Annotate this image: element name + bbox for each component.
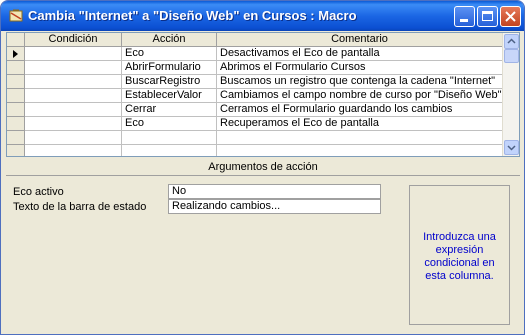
table-row[interactable]: Eco Desactivamos el Eco de pantalla	[7, 47, 503, 61]
cell-comentario[interactable]: Cambiamos el campo nombre de curso por "…	[217, 89, 503, 103]
grid-header: Condición Acción Comentario	[7, 33, 503, 47]
cell-accion[interactable]: Cerrar	[122, 103, 217, 117]
vertical-scrollbar[interactable]	[502, 33, 519, 156]
row-selector[interactable]	[7, 131, 25, 145]
cell-accion[interactable]	[122, 145, 217, 156]
chevron-up-icon	[507, 38, 516, 44]
table-row[interactable]: BuscarRegistro Buscamos un registro que c…	[7, 75, 503, 89]
row-selector[interactable]	[7, 103, 25, 117]
table-row[interactable]: EstablecerValor Cambiamos el campo nombre…	[7, 89, 503, 103]
scroll-thumb[interactable]	[504, 49, 519, 63]
arguments-section-title: Argumentos de acción	[6, 158, 520, 176]
maximize-button[interactable]	[477, 6, 498, 27]
help-text: Introduzca una expresión condicional en …	[423, 231, 496, 282]
macro-window: Cambia "Internet" a "Diseño Web" en Curs…	[0, 0, 525, 335]
cell-accion[interactable]	[122, 131, 217, 145]
row-selector[interactable]	[7, 47, 25, 61]
current-row-arrow-icon	[13, 50, 18, 58]
scroll-down-button[interactable]	[504, 140, 519, 155]
cell-comentario[interactable]: Recuperamos el Eco de pantalla	[217, 117, 503, 131]
cell-comentario[interactable]	[217, 131, 503, 145]
row-selector[interactable]	[7, 89, 25, 103]
cell-comentario[interactable]: Cerramos el Formulario guardando los cam…	[217, 103, 503, 117]
row-selector[interactable]	[7, 61, 25, 75]
cell-condicion[interactable]	[25, 89, 122, 103]
table-row[interactable]: Cerrar Cerramos el Formulario guardando l…	[7, 103, 503, 117]
cell-comentario[interactable]: Buscamos un registro que contenga la cad…	[217, 75, 503, 89]
cell-accion[interactable]: BuscarRegistro	[122, 75, 217, 89]
row-selector[interactable]	[7, 145, 25, 156]
close-icon	[505, 11, 516, 22]
cell-condicion[interactable]	[25, 131, 122, 145]
window-title: Cambia "Internet" a "Diseño Web" en Curs…	[28, 8, 357, 23]
minimize-button[interactable]	[454, 6, 475, 27]
macro-actions-grid: Condición Acción Comentario Eco Desactiva…	[6, 32, 520, 157]
cell-condicion[interactable]	[25, 117, 122, 131]
cell-condicion[interactable]	[25, 47, 122, 61]
eco-activo-label: Eco activo	[13, 186, 64, 198]
cell-accion[interactable]: Eco	[122, 117, 217, 131]
cell-accion[interactable]: EstablecerValor	[122, 89, 217, 103]
cell-condicion[interactable]	[25, 103, 122, 117]
title-bar[interactable]: Cambia "Internet" a "Diseño Web" en Curs…	[1, 1, 524, 31]
cell-comentario[interactable]: Desactivamos el Eco de pantalla	[217, 47, 503, 61]
cell-accion[interactable]: AbrirFormulario	[122, 61, 217, 75]
macro-icon	[9, 9, 23, 22]
texto-barra-estado-label: Texto de la barra de estado	[13, 201, 147, 213]
cell-comentario[interactable]: Abrimos el Formulario Cursos	[217, 61, 503, 75]
texto-barra-estado-field[interactable]: Realizando cambios...	[168, 199, 381, 214]
row-selector[interactable]	[7, 75, 25, 89]
help-panel: Introduzca una expresión condicional en …	[409, 185, 510, 325]
cell-condicion[interactable]	[25, 61, 122, 75]
column-header-condicion[interactable]: Condición	[25, 33, 122, 46]
maximize-icon	[482, 11, 493, 21]
eco-activo-field[interactable]: No	[168, 184, 381, 199]
column-header-accion[interactable]: Acción	[122, 33, 217, 46]
table-row[interactable]	[7, 131, 503, 145]
row-selector[interactable]	[7, 117, 25, 131]
cell-accion[interactable]: Eco	[122, 47, 217, 61]
table-row[interactable]: Eco Recuperamos el Eco de pantalla	[7, 117, 503, 131]
cell-condicion[interactable]	[25, 145, 122, 156]
row-selector-header	[7, 33, 25, 46]
column-header-comentario[interactable]: Comentario	[217, 33, 503, 46]
scroll-up-button[interactable]	[504, 34, 519, 49]
table-row[interactable]	[7, 145, 503, 156]
table-row[interactable]: AbrirFormulario Abrimos el Formulario Cur…	[7, 61, 503, 75]
cell-comentario[interactable]	[217, 145, 503, 156]
close-button[interactable]	[500, 6, 521, 27]
minimize-icon	[460, 19, 468, 22]
cell-condicion[interactable]	[25, 75, 122, 89]
chevron-down-icon	[507, 145, 516, 151]
